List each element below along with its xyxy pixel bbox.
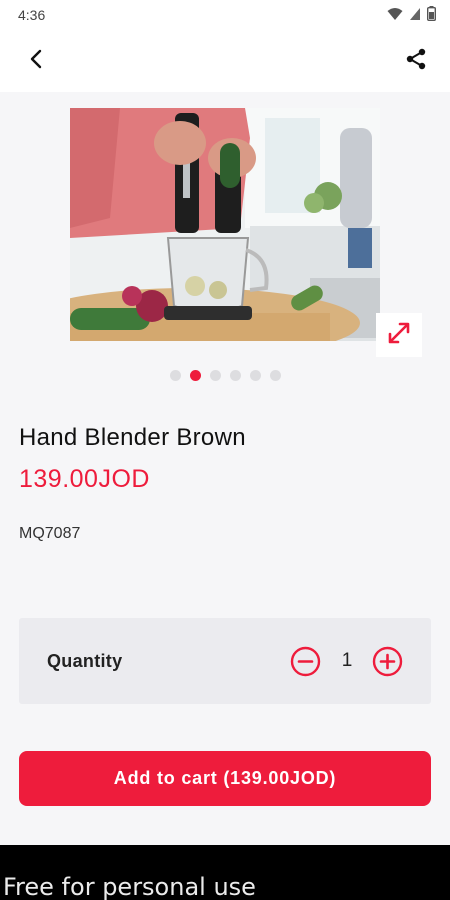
wifi-icon	[387, 7, 403, 24]
image-pager-dots	[0, 370, 450, 381]
pager-dot[interactable]	[209, 370, 221, 381]
minus-circle-icon	[290, 646, 321, 677]
pager-dot[interactable]	[169, 370, 181, 381]
share-icon	[404, 47, 428, 76]
app-bar	[0, 30, 450, 92]
quantity-decrease-button[interactable]	[290, 646, 321, 682]
signal-icon	[409, 7, 421, 24]
quantity-increase-button[interactable]	[372, 646, 403, 682]
status-icons	[387, 6, 436, 24]
pager-dot[interactable]	[269, 370, 281, 381]
watermark-text: Free for personal use	[3, 873, 256, 900]
product-price: 139.00JOD	[19, 465, 150, 493]
product-image[interactable]	[70, 108, 380, 341]
product-sku: MQ7087	[19, 525, 81, 542]
status-bar: 4:36	[0, 0, 450, 30]
expand-arrows-icon	[386, 320, 412, 351]
quantity-card: Quantity 1	[19, 618, 431, 704]
quantity-value: 1	[341, 650, 353, 671]
pager-dot-active[interactable]	[189, 370, 201, 381]
watermark-banner: Free for personal use	[0, 845, 450, 900]
hand-blender-in-use-photo	[70, 108, 380, 341]
pager-dot[interactable]	[229, 370, 241, 381]
add-to-cart-button[interactable]: Add to cart (139.00JOD)	[19, 751, 431, 806]
product-name: Hand Blender Brown	[19, 424, 246, 451]
pager-dot[interactable]	[249, 370, 261, 381]
battery-icon	[426, 6, 436, 24]
status-time: 4:36	[18, 7, 46, 23]
expand-image-button[interactable]	[376, 313, 422, 357]
quantity-label: Quantity	[47, 651, 123, 671]
plus-circle-icon	[372, 646, 403, 677]
back-button[interactable]	[20, 45, 52, 77]
back-arrow-icon	[29, 49, 43, 74]
share-button[interactable]	[400, 45, 432, 77]
